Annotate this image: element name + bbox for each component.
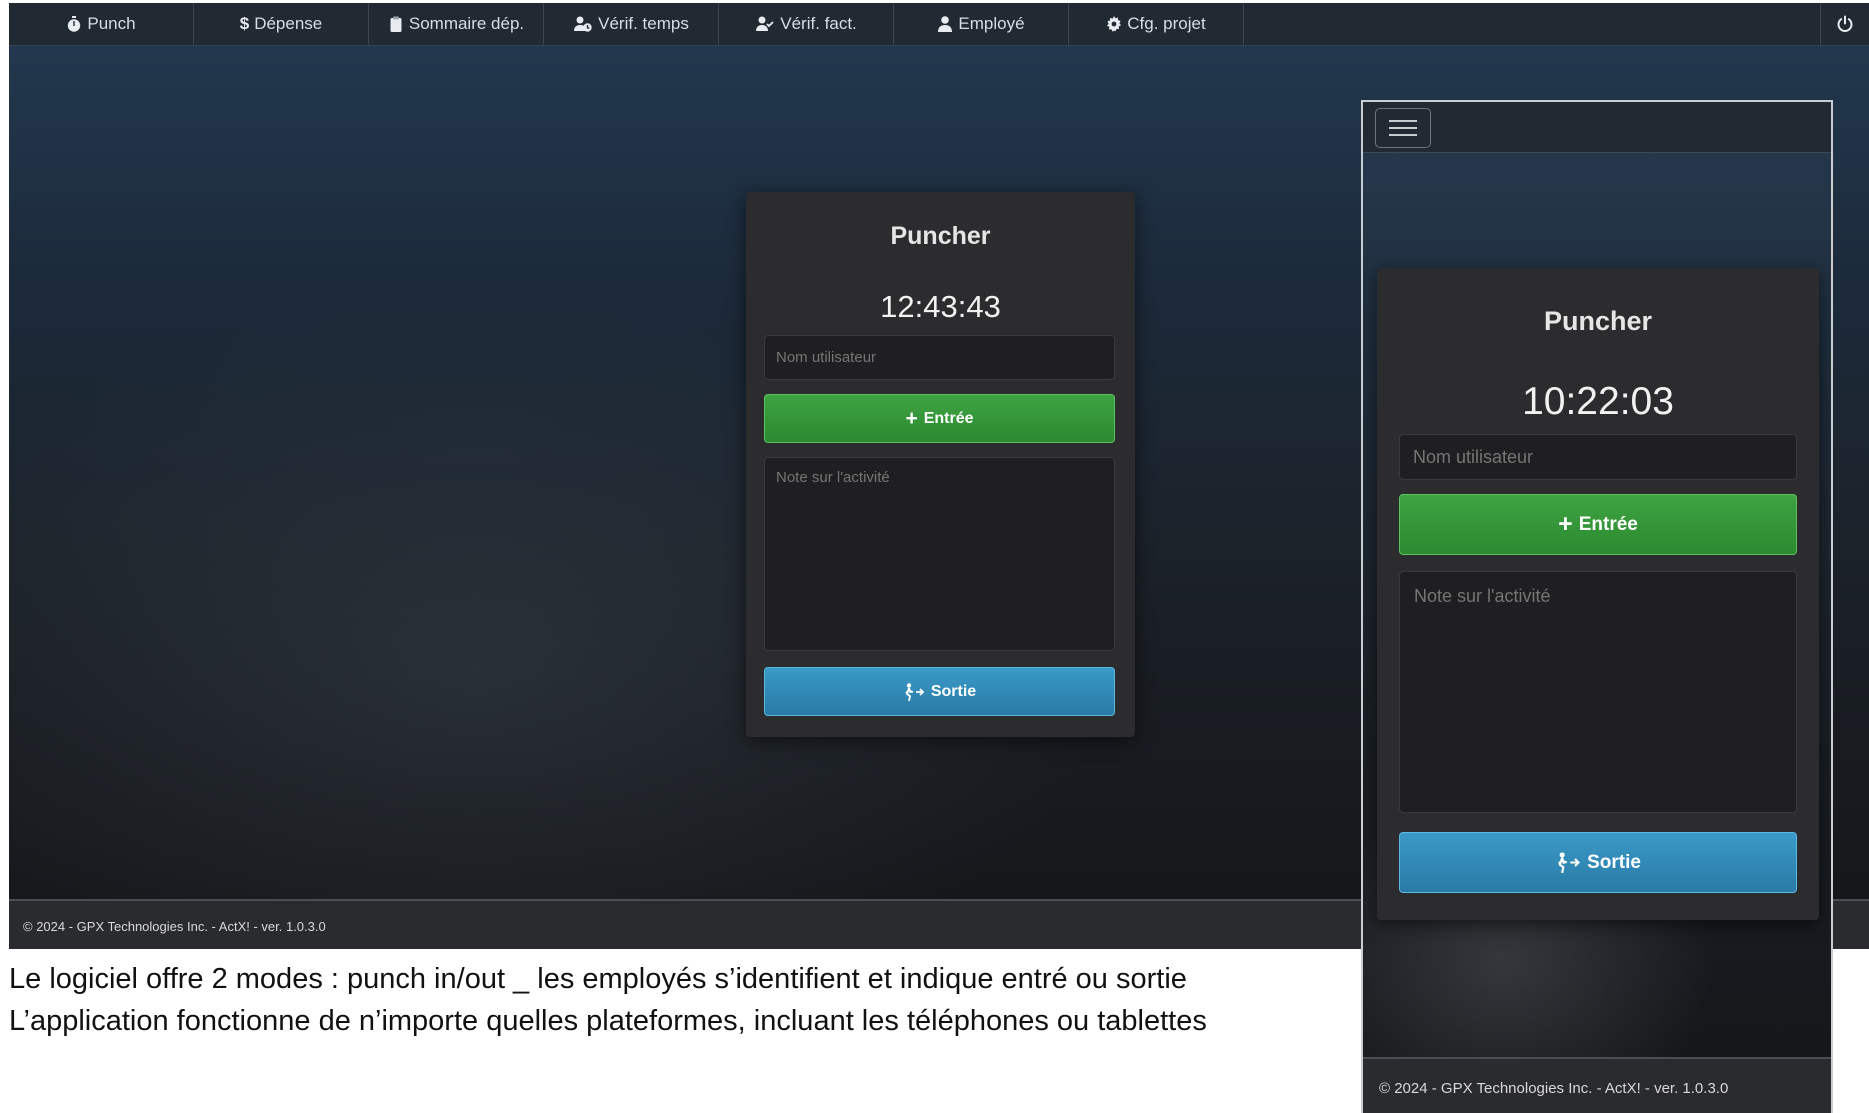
nav-punch[interactable]: Punch <box>9 3 194 45</box>
user-icon <box>938 16 953 32</box>
mobile-navbar <box>1363 102 1831 153</box>
mobile-punch-card: Puncher 10:22:03 + Entrée Sortie <box>1377 268 1819 920</box>
footer-copyright: © 2024 - GPX Technologies Inc. - ActX! -… <box>23 918 326 934</box>
plus-icon: + <box>905 407 918 430</box>
caption-line-1: Le logiciel offre 2 modes : punch in/out… <box>9 963 1187 995</box>
caption: Le logiciel offre 2 modes : punch in/out… <box>9 958 1207 1042</box>
card-title: Puncher <box>890 222 991 250</box>
mobile-card-clock: 10:22:03 <box>1522 380 1674 423</box>
logout-button[interactable] <box>1820 3 1869 45</box>
exit-icon <box>905 682 925 701</box>
mobile-entree-button-label: Entrée <box>1578 513 1638 535</box>
entree-button-label: Entrée <box>923 409 974 427</box>
nav-punch-label: Punch <box>87 14 136 33</box>
hamburger-icon-bar <box>1389 120 1417 122</box>
gear-icon <box>1107 16 1122 32</box>
nav-employe[interactable]: Employé <box>894 3 1069 45</box>
caption-line-2: L’application fonctionne de n’importe qu… <box>9 1005 1207 1037</box>
punch-card: Puncher 12:43:43 + Entrée Sortie <box>746 192 1135 737</box>
dollar-icon: $ <box>239 14 250 33</box>
nav-verif-temps[interactable]: Vérif. temps <box>544 3 719 45</box>
nav-sommaire[interactable]: Sommaire dép. <box>369 3 544 45</box>
plus-icon: + <box>1558 510 1573 538</box>
nav-verif-fact[interactable]: Vérif. fact. <box>719 3 894 45</box>
nav-depense[interactable]: $ Dépense <box>194 3 369 45</box>
hamburger-icon-bar <box>1389 127 1417 129</box>
nav-sommaire-label: Sommaire dép. <box>408 14 525 33</box>
menu-toggle-button[interactable] <box>1375 108 1431 148</box>
nav-cfg-projet[interactable]: Cfg. projet <box>1069 3 1244 45</box>
nav-verif-fact-label: Vérif. fact. <box>780 14 857 33</box>
mobile-footer: © 2024 - GPX Technologies Inc. - ActX! -… <box>1363 1057 1831 1113</box>
user-clock-icon <box>574 16 592 32</box>
hamburger-icon-bar <box>1389 134 1417 136</box>
mobile-card-title: Puncher <box>1543 306 1653 336</box>
card-clock: 12:43:43 <box>880 289 1001 324</box>
nav-employe-label: Employé <box>958 14 1025 33</box>
mobile-screenshot: Puncher 10:22:03 + Entrée Sortie © 2024 … <box>1361 100 1833 1113</box>
mobile-username-input[interactable] <box>1399 434 1797 480</box>
mobile-activity-note-textarea[interactable] <box>1399 571 1797 813</box>
exit-icon <box>1557 852 1581 873</box>
power-icon <box>1837 15 1853 32</box>
mobile-sortie-button-label: Sortie <box>1587 851 1641 873</box>
username-input[interactable] <box>764 335 1115 380</box>
user-check-icon <box>756 16 774 31</box>
entree-button[interactable]: + Entrée <box>764 394 1115 443</box>
sortie-button-label: Sortie <box>930 682 977 700</box>
mobile-footer-copyright: © 2024 - GPX Technologies Inc. - ActX! -… <box>1379 1079 1729 1097</box>
activity-note-textarea[interactable] <box>764 457 1115 651</box>
sortie-button[interactable]: Sortie <box>764 667 1115 716</box>
stopwatch-icon <box>68 16 81 32</box>
nav-verif-temps-label: Vérif. temps <box>598 14 689 33</box>
nav-cfg-projet-label: Cfg. projet <box>1127 14 1206 33</box>
mobile-entree-button[interactable]: + Entrée <box>1399 494 1797 555</box>
top-navbar: Punch $ Dépense Sommaire dép. Vérif. tem… <box>9 3 1869 46</box>
mobile-sortie-button[interactable]: Sortie <box>1399 832 1797 893</box>
clipboard-icon <box>390 16 402 32</box>
nav-depense-label: Dépense <box>254 14 323 33</box>
